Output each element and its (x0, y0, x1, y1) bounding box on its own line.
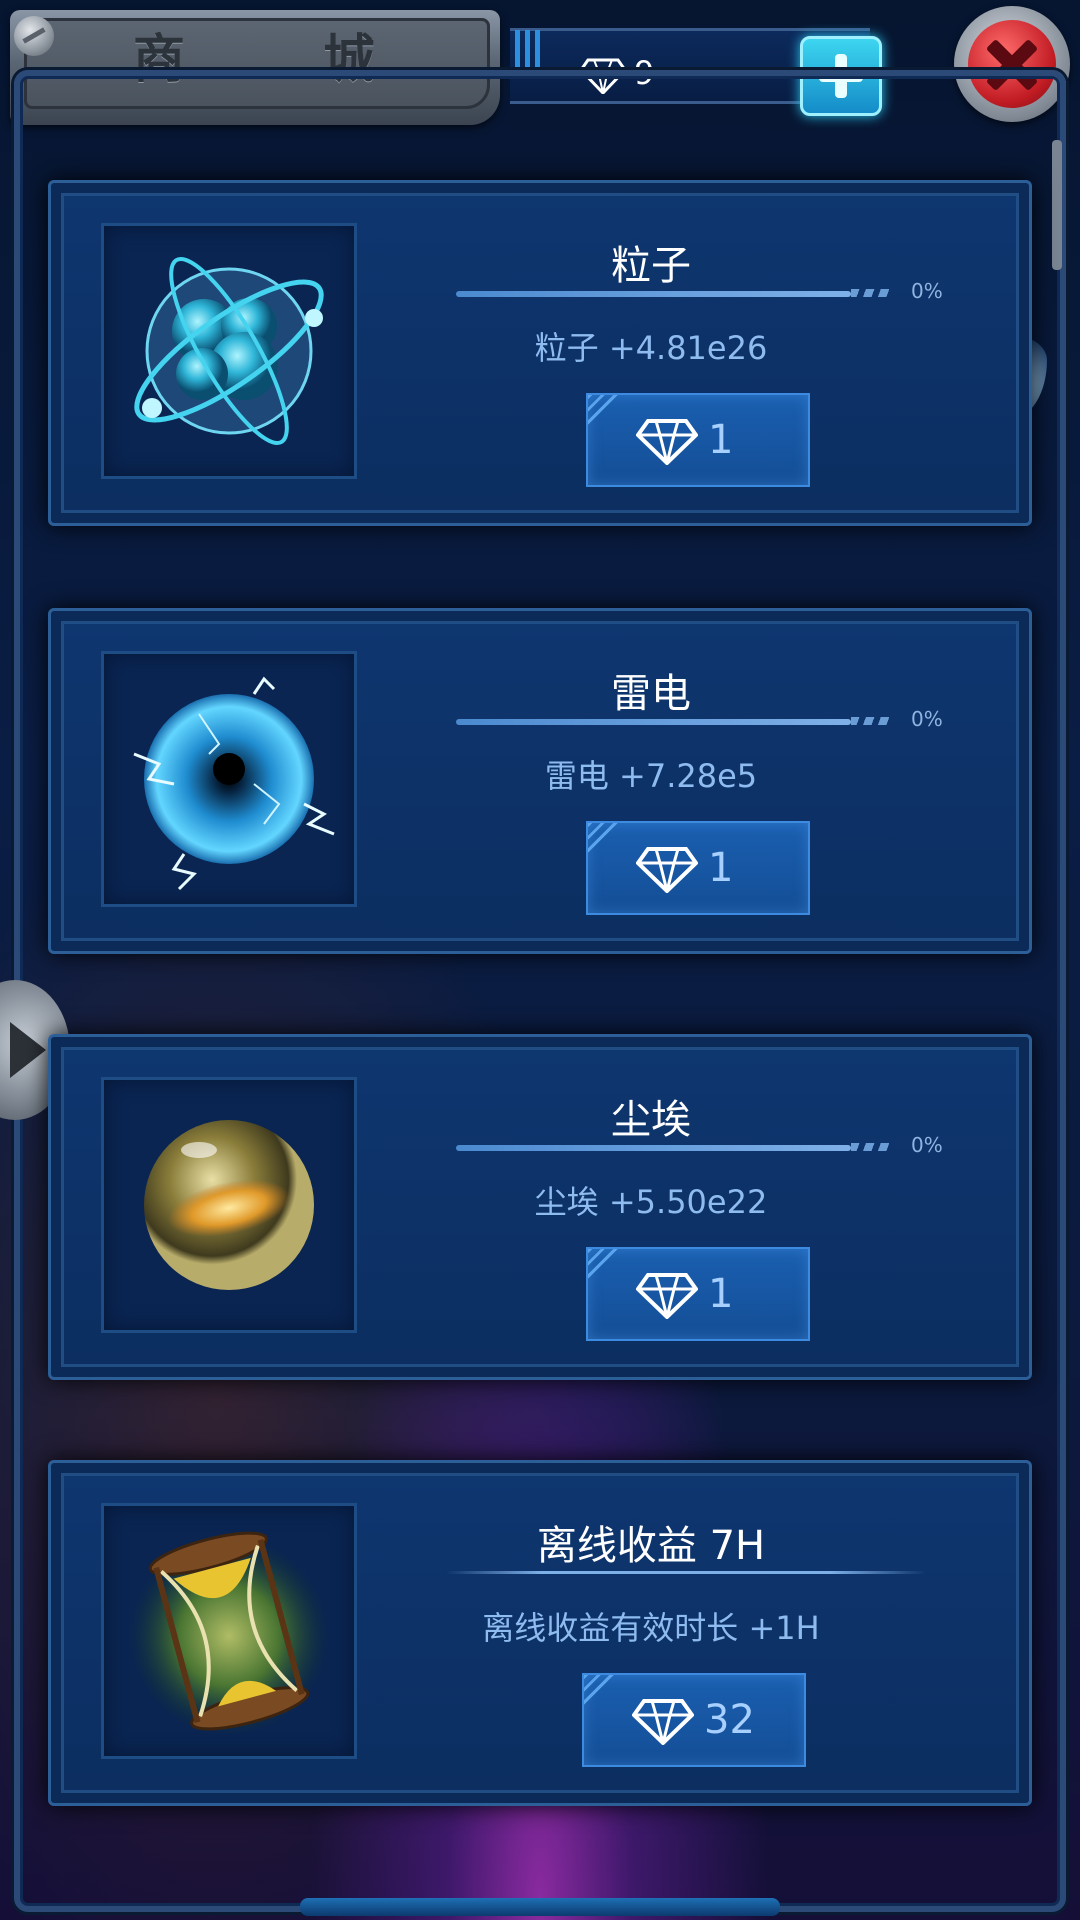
buy-button[interactable]: 1 (586, 821, 810, 915)
shop-item-dust: 尘埃 0% 尘埃 +5.50e22 1 (48, 1034, 1032, 1380)
item-reward: 粒子 +4.81e26 (534, 329, 768, 367)
item-reward: 尘埃 +5.50e22 (534, 1183, 768, 1221)
buy-button[interactable]: 1 (586, 393, 810, 487)
shop-item-particle: 粒子 0% 粒子 +4.81e26 1 (48, 180, 1032, 526)
price: 32 (704, 1697, 755, 1743)
diamond-icon (636, 1273, 698, 1319)
dust-sphere-icon (101, 1077, 357, 1333)
price: 1 (708, 845, 734, 891)
progress-dashes (851, 717, 891, 725)
item-title: 粒子 (611, 243, 691, 289)
particle-atom-icon (101, 223, 357, 479)
hourglass-icon (101, 1503, 357, 1759)
progress-dashes (851, 1143, 891, 1151)
diamond-icon (632, 1699, 694, 1745)
progress-bar (456, 719, 851, 725)
item-title: 雷电 (611, 671, 691, 717)
item-reward: 雷电 +7.28e5 (544, 757, 758, 795)
divider (446, 1571, 926, 1574)
item-reward: 离线收益有效时长 +1H (482, 1609, 820, 1647)
diamond-icon (636, 419, 698, 465)
progress-bar (456, 1145, 851, 1151)
progress-dashes (851, 289, 891, 297)
progress-percent: 0% (911, 279, 943, 303)
screw-icon (14, 16, 54, 56)
frame-bottom-accent (300, 1898, 780, 1916)
progress-percent: 0% (911, 1133, 943, 1157)
diamond-icon (636, 847, 698, 893)
shop-item-offline: 离线收益 7H 离线收益有效时长 +1H 32 (48, 1460, 1032, 1806)
price: 1 (708, 417, 734, 463)
lightning-orb-icon (101, 651, 357, 907)
progress-bar (456, 291, 851, 297)
item-title: 离线收益 7H (536, 1523, 766, 1569)
buy-button[interactable]: 1 (586, 1247, 810, 1341)
buy-button[interactable]: 32 (582, 1673, 806, 1767)
scrollbar[interactable] (1052, 140, 1062, 270)
item-title: 尘埃 (611, 1097, 691, 1143)
progress-percent: 0% (911, 707, 943, 731)
bar-stripes (515, 30, 545, 70)
shop-item-lightning: 雷电 0% 雷电 +7.28e5 1 (48, 608, 1032, 954)
price: 1 (708, 1271, 734, 1317)
